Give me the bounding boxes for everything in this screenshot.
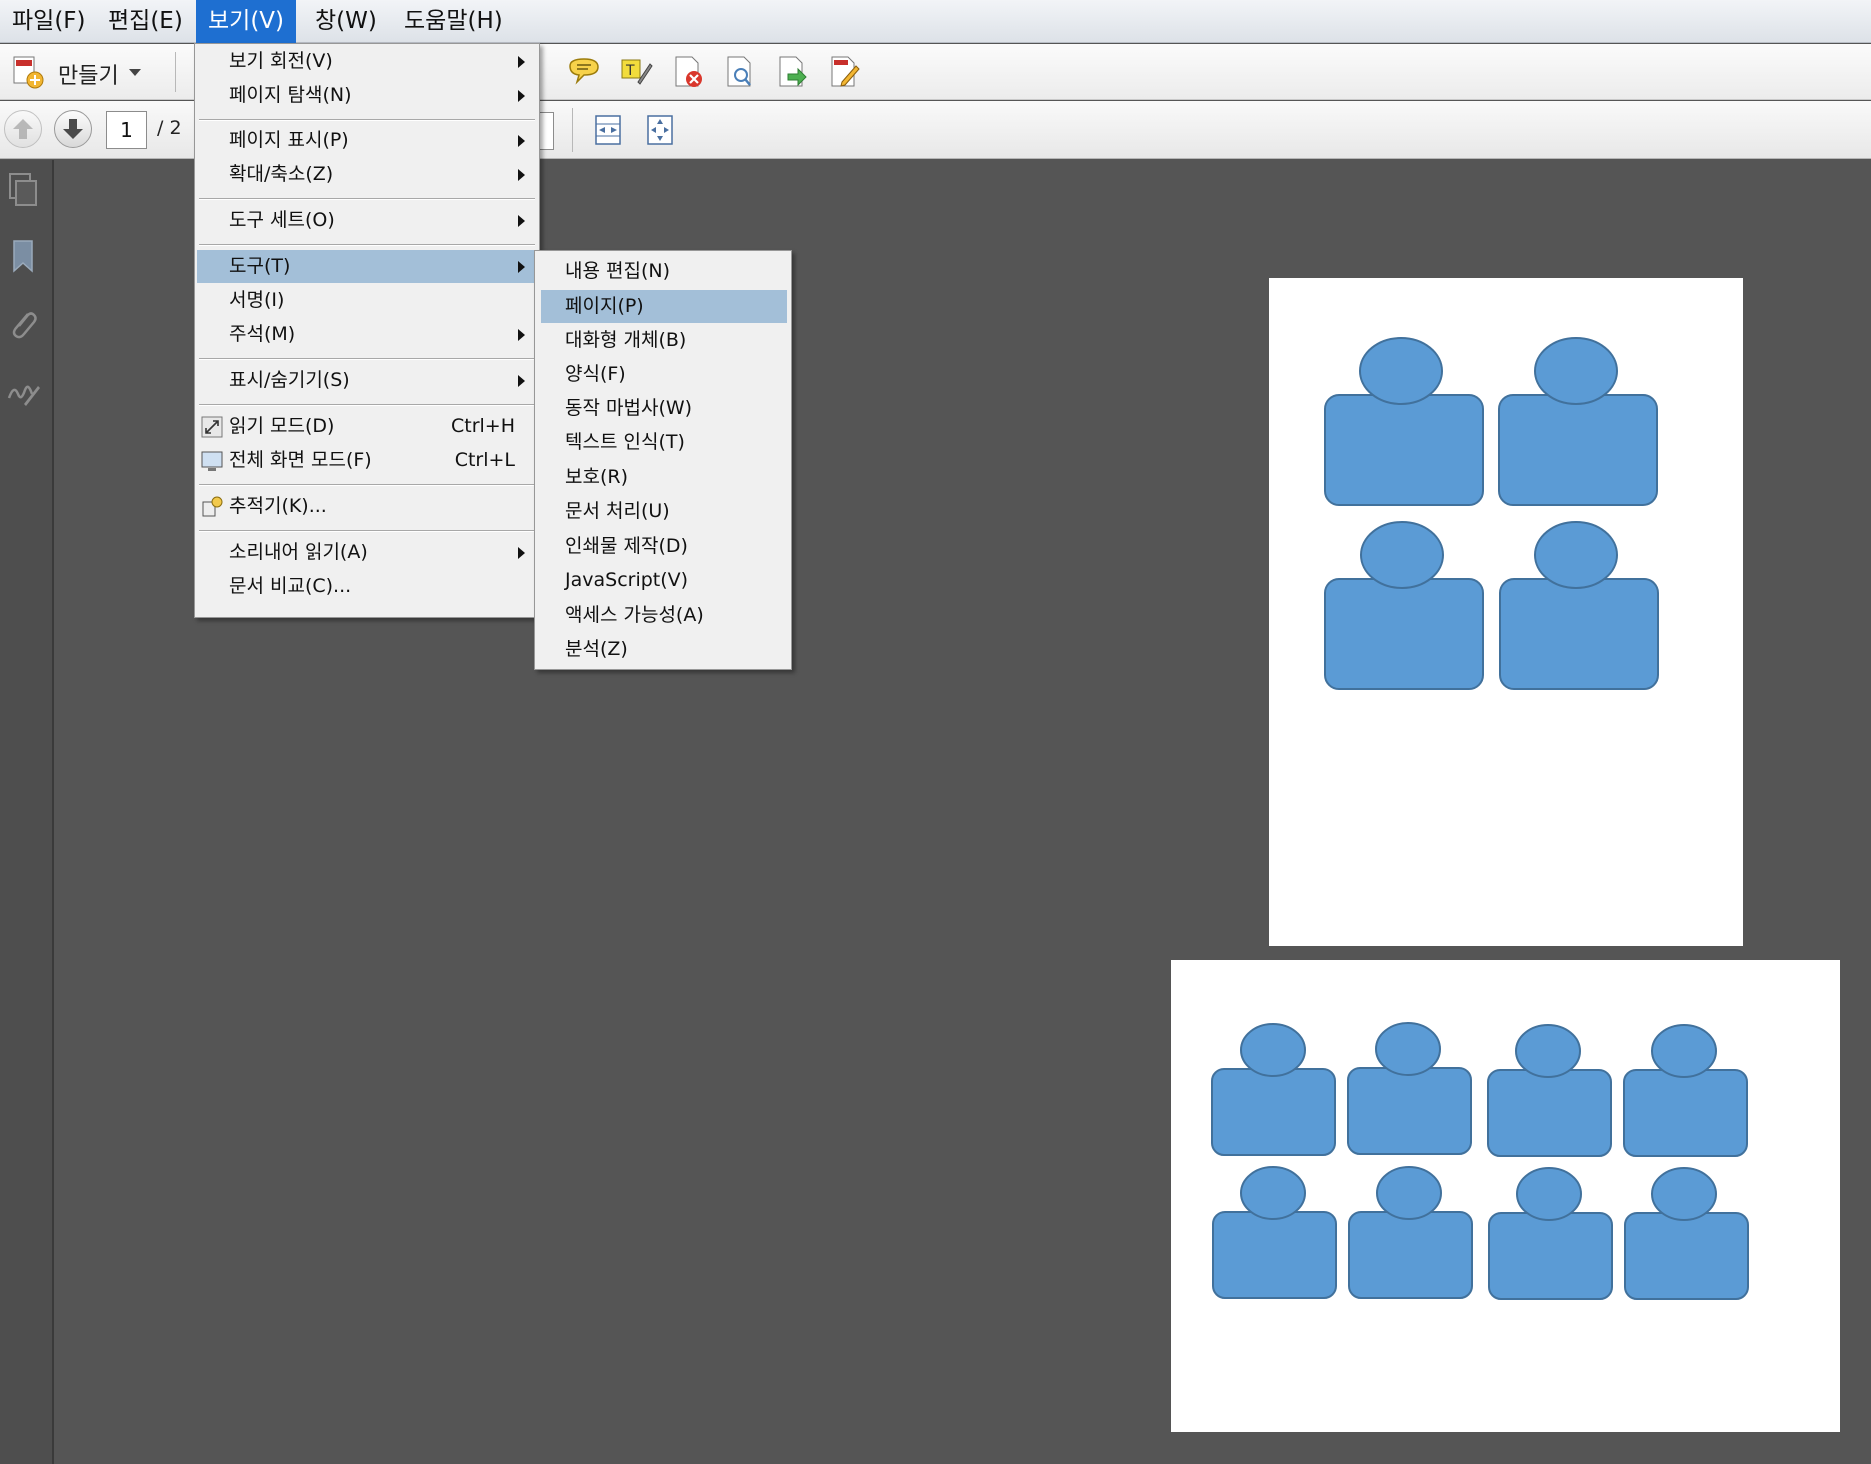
menu-item-tracker[interactable]: 추적기(K)... — [197, 490, 537, 523]
submenu-item-print-production[interactable]: 인쇄물 제작(D) — [537, 530, 789, 563]
document-page-1 — [1269, 278, 1743, 946]
person-figure — [1347, 1022, 1472, 1155]
menu-edit[interactable]: 편집(E) — [96, 0, 195, 43]
menu-item-compare-documents[interactable]: 문서 비교(C)... — [197, 570, 537, 603]
menu-item-page-display[interactable]: 페이지 표시(P) — [197, 124, 537, 157]
page-2-content — [1211, 1022, 1749, 1300]
person-figure — [1488, 1167, 1613, 1300]
submenu-item-javascript[interactable]: JavaScript(V) — [537, 564, 789, 597]
menu-item-page-navigation[interactable]: 페이지 탐색(N) — [197, 79, 537, 112]
submenu-arrow-icon — [518, 169, 525, 181]
person-figure — [1324, 521, 1484, 690]
submenu-arrow-icon — [518, 261, 525, 273]
extract-page-icon[interactable] — [774, 54, 810, 90]
menu-item-tools[interactable]: 도구(T) — [197, 250, 537, 283]
submenu-item-text-recognition[interactable]: 텍스트 인식(T) — [537, 426, 789, 459]
menu-file[interactable]: 파일(F) — [0, 0, 98, 43]
menu-item-read-mode[interactable]: 읽기 모드(D) Ctrl+H — [197, 410, 537, 443]
fit-page-icon[interactable] — [642, 112, 678, 148]
menu-view[interactable]: 보기(V) — [196, 0, 297, 43]
edit-document-icon[interactable] — [826, 54, 862, 90]
tracker-icon — [202, 496, 223, 517]
menu-item-show-hide[interactable]: 표시/숨기기(S) — [197, 364, 537, 397]
menu-separator — [199, 244, 535, 246]
svg-text:T: T — [625, 63, 635, 79]
person-figure — [1499, 521, 1659, 690]
navigation-pane — [0, 160, 54, 1464]
toolbar-separator — [175, 52, 176, 92]
submenu-item-analyze[interactable]: 분석(Z) — [537, 633, 789, 666]
prev-page-button[interactable] — [4, 110, 42, 148]
submenu-item-pages[interactable]: 페이지(P) — [541, 290, 787, 323]
menu-separator — [199, 358, 535, 360]
person-figure — [1623, 1024, 1748, 1157]
bookmark-icon[interactable] — [6, 238, 40, 274]
monitor-icon — [201, 451, 223, 471]
read-mode-icon — [201, 416, 223, 438]
menu-bar: 파일(F) 편집(E) 보기(V) 창(W) 도움말(H) — [0, 0, 1871, 43]
menu-separator — [199, 484, 535, 486]
speech-bubble-icon[interactable] — [566, 54, 602, 90]
find-page-icon[interactable] — [722, 54, 758, 90]
person-figure — [1211, 1023, 1336, 1156]
submenu-item-protection[interactable]: 보호(R) — [537, 461, 789, 494]
attachment-icon[interactable] — [6, 306, 40, 342]
page-thumbnails-icon[interactable] — [6, 172, 40, 208]
arrow-up-icon — [13, 119, 33, 139]
menu-help[interactable]: 도움말(H) — [392, 0, 515, 43]
menu-separator — [199, 119, 535, 121]
menu-separator — [199, 404, 535, 406]
chevron-down-icon[interactable] — [129, 69, 141, 76]
submenu-arrow-icon — [518, 215, 525, 227]
submenu-arrow-icon — [518, 329, 525, 341]
menu-item-zoom[interactable]: 확대/축소(Z) — [197, 158, 537, 191]
submenu-arrow-icon — [518, 56, 525, 68]
person-figure — [1498, 337, 1658, 506]
view-menu: 보기 회전(V) 페이지 탐색(N) 페이지 표시(P) 확대/축소(Z) 도구… — [194, 43, 540, 618]
toolbar-separator — [572, 108, 573, 152]
person-figure — [1348, 1166, 1473, 1299]
menu-window[interactable]: 창(W) — [303, 0, 389, 43]
tools-submenu: 내용 편집(N) 페이지(P) 대화형 개체(B) 양식(F) 동작 마법사(W… — [534, 250, 792, 670]
highlight-text-icon[interactable]: T — [618, 54, 654, 90]
menu-item-rotate-view[interactable]: 보기 회전(V) — [197, 45, 537, 78]
fit-width-icon[interactable] — [590, 112, 626, 148]
submenu-arrow-icon — [518, 547, 525, 559]
submenu-item-forms[interactable]: 양식(F) — [537, 358, 789, 391]
person-figure — [1212, 1166, 1337, 1299]
page-number-input[interactable]: 1 — [106, 111, 147, 149]
submenu-arrow-icon — [518, 90, 525, 102]
menu-item-full-screen[interactable]: 전체 화면 모드(F) Ctrl+L — [197, 444, 537, 477]
create-pdf-icon[interactable] — [10, 54, 46, 90]
menu-separator — [199, 198, 535, 200]
zoom-input-edge[interactable] — [538, 112, 554, 150]
submenu-item-accessibility[interactable]: 액세스 가능성(A) — [537, 599, 789, 632]
create-button-label[interactable]: 만들기 — [58, 58, 119, 90]
menu-item-sign[interactable]: 서명(I) — [197, 284, 537, 317]
menu-item-comment[interactable]: 주석(M) — [197, 318, 537, 351]
submenu-item-document-processing[interactable]: 문서 처리(U) — [537, 495, 789, 528]
submenu-item-edit-content[interactable]: 내용 편집(N) — [537, 255, 789, 288]
menu-item-toolsets[interactable]: 도구 세트(O) — [197, 204, 537, 237]
submenu-arrow-icon — [518, 375, 525, 387]
next-page-button[interactable] — [54, 110, 92, 148]
document-page-2 — [1171, 960, 1840, 1432]
submenu-item-action-wizard[interactable]: 동작 마법사(W) — [537, 392, 789, 425]
arrow-down-icon — [63, 119, 83, 139]
person-figure — [1324, 337, 1484, 506]
person-figure — [1624, 1167, 1749, 1300]
page-total: / 2 — [157, 117, 182, 139]
delete-page-icon[interactable] — [670, 54, 706, 90]
submenu-item-interactive-objects[interactable]: 대화형 개체(B) — [537, 324, 789, 357]
person-figure — [1487, 1024, 1612, 1157]
menu-item-read-aloud[interactable]: 소리내어 읽기(A) — [197, 536, 537, 569]
submenu-arrow-icon — [518, 135, 525, 147]
menu-separator — [199, 530, 535, 532]
signature-icon[interactable] — [6, 374, 40, 410]
page-1-content — [1324, 337, 1659, 690]
